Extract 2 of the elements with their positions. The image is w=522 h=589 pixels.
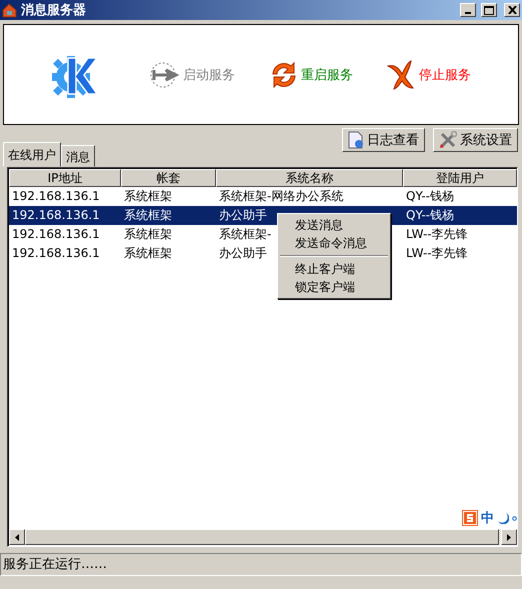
window-title: 消息服务器 [21, 2, 87, 19]
status-bar: 服务正在运行…… [0, 553, 522, 576]
